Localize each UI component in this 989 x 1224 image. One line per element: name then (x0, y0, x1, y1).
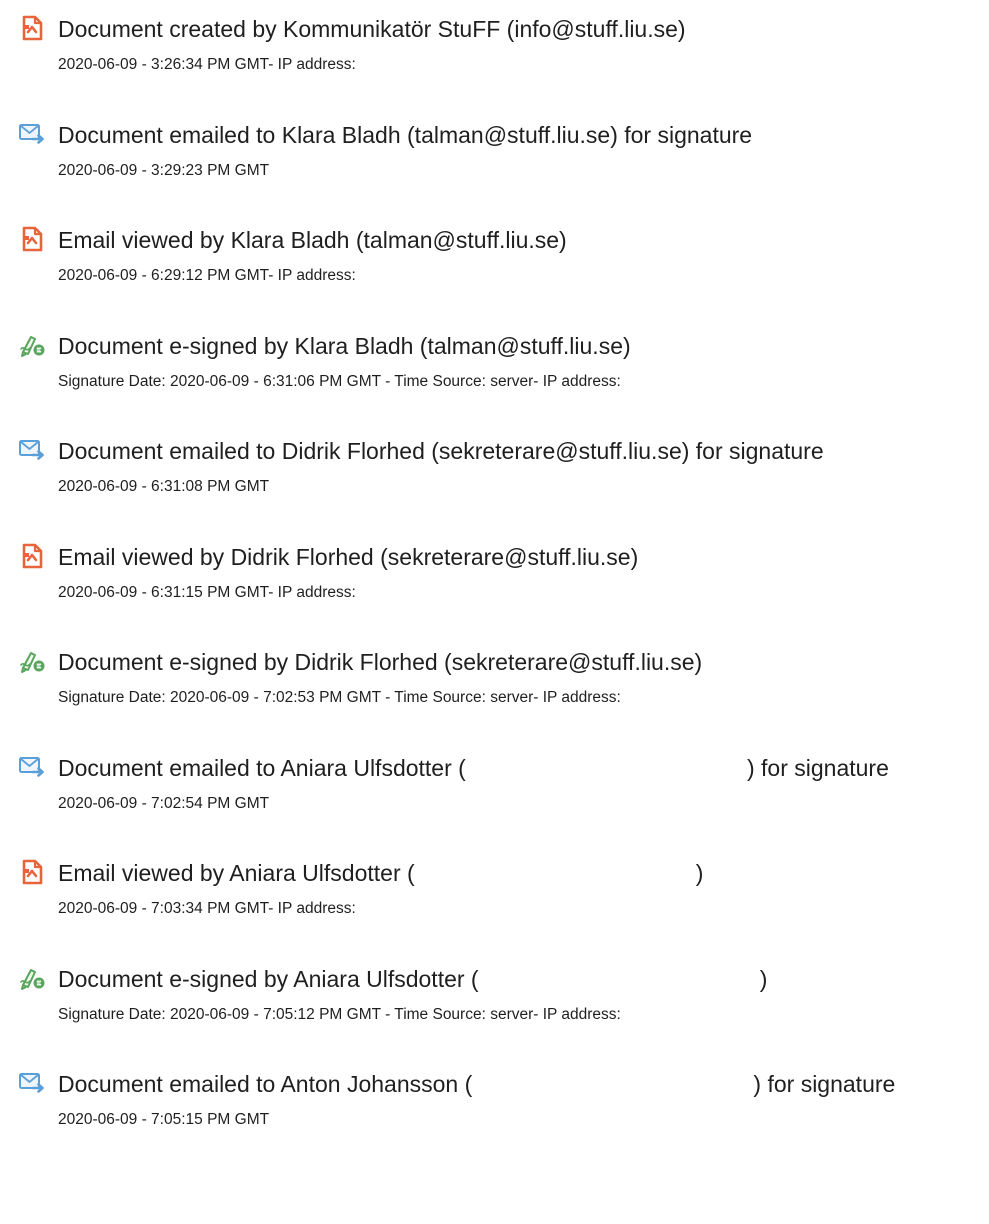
event-title: Email viewed by Klara Bladh (talman@stuf… (58, 227, 567, 253)
email-sent-icon (18, 120, 46, 148)
document-icon (18, 858, 46, 886)
event-timestamp: 2020-06-09 - 6:31:15 PM GMT- IP address: (58, 584, 356, 601)
event-title: Email viewed by Aniara Ulfsdotter ( ) (58, 860, 704, 886)
esign-pen-icon (18, 964, 46, 992)
document-icon (18, 542, 46, 570)
esign-pen-icon (18, 647, 46, 675)
event-title: Document emailed to Aniara Ulfsdotter ( … (58, 755, 889, 781)
event-timestamp: Signature Date: 2020-06-09 - 7:02:53 PM … (58, 689, 621, 706)
audit-event-row: Document emailed to Anton Johansson ( ) … (0, 1069, 989, 1149)
event-title: Document created by Kommunikatör StuFF (… (58, 16, 686, 42)
event-timestamp: Signature Date: 2020-06-09 - 6:31:06 PM … (58, 373, 621, 390)
email-sent-icon (18, 1069, 46, 1097)
audit-event-row: Email viewed by Aniara Ulfsdotter ( ) 202… (0, 858, 989, 938)
event-title: Email viewed by Didrik Florhed (sekreter… (58, 544, 639, 570)
event-title: Document e-signed by Aniara Ulfsdotter (… (58, 966, 768, 992)
audit-event-row: Document e-signed by Didrik Florhed (sek… (0, 647, 989, 727)
esign-pen-icon (18, 331, 46, 359)
event-timestamp: 2020-06-09 - 6:31:08 PM GMT (58, 478, 270, 495)
document-icon (18, 225, 46, 253)
audit-event-row: Document emailed to Didrik Florhed (sekr… (0, 436, 989, 516)
event-timestamp: 2020-06-09 - 7:05:15 PM GMT (58, 1111, 270, 1128)
audit-event-row: Document e-signed by Klara Bladh (talman… (0, 331, 989, 411)
event-timestamp: 2020-06-09 - 7:02:54 PM GMT (58, 795, 270, 812)
event-timestamp: Signature Date: 2020-06-09 - 7:05:12 PM … (58, 1006, 621, 1023)
email-sent-icon (18, 436, 46, 464)
audit-event-row: Document e-signed by Aniara Ulfsdotter (… (0, 964, 989, 1044)
event-title: Document emailed to Klara Bladh (talman@… (58, 122, 753, 148)
event-timestamp: 2020-06-09 - 6:29:12 PM GMT- IP address: (58, 267, 356, 284)
event-timestamp: 2020-06-09 - 3:29:23 PM GMT (58, 162, 270, 179)
audit-event-row: Document created by Kommunikatör StuFF (… (0, 14, 989, 94)
event-title: Document e-signed by Klara Bladh (talman… (58, 333, 631, 359)
event-title: Document emailed to Didrik Florhed (sekr… (58, 438, 824, 464)
audit-event-row: Email viewed by Klara Bladh (talman@stuf… (0, 225, 989, 305)
document-icon (18, 14, 46, 42)
event-timestamp: 2020-06-09 - 7:03:34 PM GMT- IP address: (58, 900, 356, 917)
email-sent-icon (18, 753, 46, 781)
audit-event-row: Document emailed to Klara Bladh (talman@… (0, 120, 989, 200)
audit-event-row: Document emailed to Aniara Ulfsdotter ( … (0, 753, 989, 833)
event-timestamp: 2020-06-09 - 3:26:34 PM GMT- IP address: (58, 56, 356, 73)
event-title: Document e-signed by Didrik Florhed (sek… (58, 649, 703, 675)
audit-event-row: Email viewed by Didrik Florhed (sekreter… (0, 542, 989, 622)
event-title: Document emailed to Anton Johansson ( ) … (58, 1071, 896, 1097)
